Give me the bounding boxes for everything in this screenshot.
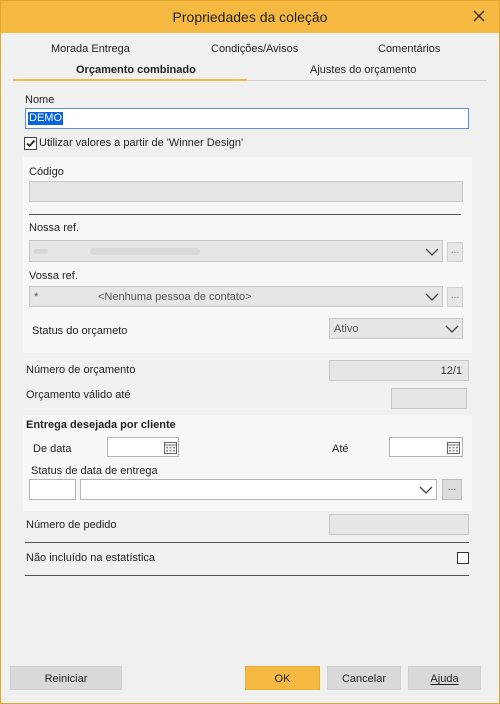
dialog-title: Propriedades da coleção bbox=[172, 9, 328, 25]
tab-comentarios[interactable]: Comentários bbox=[378, 43, 440, 55]
de-data-label: De data bbox=[33, 443, 72, 455]
active-tab-indicator bbox=[13, 79, 247, 81]
separator-line bbox=[25, 575, 469, 576]
chevron-down-icon bbox=[445, 325, 459, 333]
entrega-title: Entrega desejada por cliente bbox=[26, 419, 176, 431]
vossa-ref-label: Vossa ref. bbox=[29, 270, 78, 282]
collection-properties-dialog: Propriedades da coleção Morada Entrega C… bbox=[0, 0, 500, 704]
utilizar-label: Utilizar valores a partir de 'Winner Des… bbox=[39, 137, 244, 149]
blurred-text-block bbox=[90, 248, 200, 255]
chevron-down-icon bbox=[419, 486, 433, 494]
tab-morada-entrega[interactable]: Morada Entrega bbox=[51, 43, 130, 55]
reiniciar-button[interactable]: Reiniciar bbox=[10, 666, 122, 690]
ate-input[interactable] bbox=[389, 437, 463, 457]
ate-label: Até bbox=[332, 443, 349, 455]
status-entrega-select[interactable] bbox=[80, 479, 437, 500]
vossa-ref-select[interactable]: * <Nenhuma pessoa de contato> bbox=[29, 286, 443, 307]
close-button[interactable] bbox=[469, 6, 489, 26]
numero-orcamento-field: 12/1 bbox=[329, 360, 469, 381]
tab-ajustes-orcamento[interactable]: Ajustes do orçamento bbox=[310, 64, 416, 76]
tab-orcamento-combinado[interactable]: Orçamento combinado bbox=[76, 64, 196, 76]
status-entrega-label: Status de data de entrega bbox=[31, 465, 158, 477]
status-label: Status do orçameto bbox=[32, 325, 128, 337]
close-icon bbox=[473, 10, 485, 22]
numero-orcamento-label: Número de orçamento bbox=[26, 364, 136, 376]
nossa-ref-select[interactable] bbox=[29, 240, 443, 262]
nome-label: Nome bbox=[25, 94, 55, 106]
nao-incluido-label: Não incluído na estatística bbox=[26, 552, 156, 564]
ok-button[interactable]: OK bbox=[245, 666, 320, 690]
nome-value: DEMO bbox=[28, 112, 63, 125]
numero-orcamento-value: 12/1 bbox=[440, 365, 462, 377]
separator-line bbox=[29, 214, 461, 215]
tab-condicoes-avisos[interactable]: Condições/Avisos bbox=[211, 43, 298, 55]
nossa-ref-label: Nossa ref. bbox=[29, 222, 80, 234]
chevron-down-icon bbox=[425, 293, 439, 301]
status-select[interactable]: Ativo bbox=[329, 318, 463, 339]
title-bar: Propriedades da coleção bbox=[1, 1, 499, 33]
numero-pedido-label: Número de pedido bbox=[26, 519, 117, 531]
calendar-icon[interactable] bbox=[447, 441, 460, 454]
chevron-down-icon bbox=[425, 248, 439, 256]
orcamento-valido-field[interactable] bbox=[391, 388, 467, 409]
ajuda-button[interactable]: Ajuda bbox=[408, 666, 481, 690]
numero-pedido-field[interactable] bbox=[329, 514, 469, 535]
separator-line bbox=[25, 542, 469, 543]
tab-divider bbox=[247, 80, 487, 81]
vossa-ref-prefix: * bbox=[34, 291, 39, 303]
calendar-icon[interactable] bbox=[164, 441, 177, 454]
nome-input[interactable]: DEMO bbox=[25, 108, 469, 129]
de-data-input[interactable] bbox=[107, 437, 179, 457]
codigo-label: Código bbox=[29, 166, 64, 178]
checkmark-icon bbox=[26, 139, 36, 148]
blurred-text-block bbox=[34, 249, 48, 254]
status-entrega-code-input[interactable] bbox=[29, 479, 76, 500]
vossa-ref-browse-button[interactable]: ... bbox=[447, 287, 463, 307]
status-value: Ativo bbox=[334, 323, 359, 335]
utilizar-checkbox[interactable] bbox=[24, 137, 37, 150]
status-entrega-browse-button[interactable]: ... bbox=[442, 479, 462, 500]
nao-incluido-checkbox[interactable] bbox=[457, 552, 469, 564]
cancelar-button[interactable]: Cancelar bbox=[327, 666, 401, 690]
nossa-ref-browse-button[interactable]: ... bbox=[447, 242, 463, 262]
orcamento-valido-label: Orçamento válido até bbox=[26, 389, 131, 401]
vossa-ref-value: <Nenhuma pessoa de contato> bbox=[98, 291, 252, 303]
codigo-input[interactable] bbox=[29, 181, 463, 202]
